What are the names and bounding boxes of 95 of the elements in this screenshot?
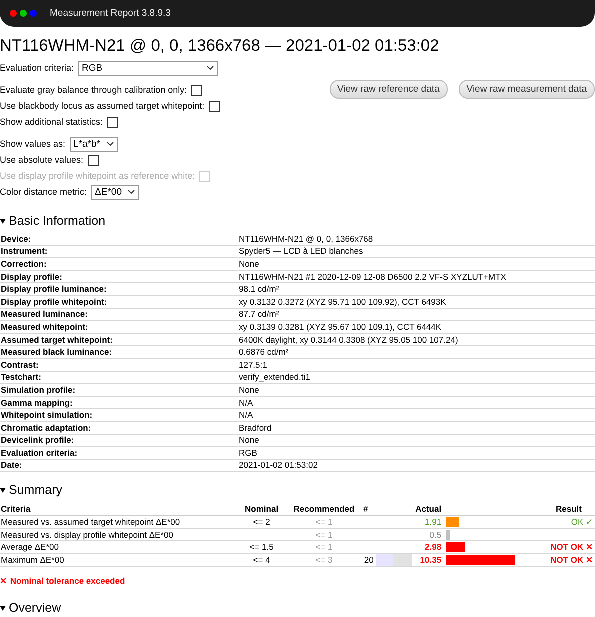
- disclosure-triangle-icon: [0, 218, 6, 224]
- field-label: Testchart:: [0, 371, 238, 384]
- criteria-cell: Average ΔE*00: [0, 540, 232, 554]
- result-value: NOT OK ✕: [526, 554, 595, 567]
- dropdown[interactable]: RGB: [78, 60, 218, 76]
- field-label: Display profile:: [0, 270, 238, 283]
- field-label: Chromatic adaptation:: [0, 421, 238, 434]
- criteria-cell: Measured vs. display profile whitepoint ΔE*00: [0, 528, 232, 541]
- actual-value: 0.5: [412, 528, 443, 541]
- maximize-dot-icon[interactable]: [20, 10, 27, 17]
- recommended-cell: <= 1: [292, 516, 357, 528]
- field-value: 2021-01-02 01:53:02: [238, 459, 595, 472]
- column-header: Result: [526, 502, 595, 516]
- field-label: Devicelink profile:: [0, 434, 238, 447]
- option-label: Use absolute values:: [0, 155, 84, 165]
- view-data-button[interactable]: View raw measurement data: [458, 80, 595, 99]
- field-label: Whitepoint simulation:: [0, 408, 238, 422]
- criteria-cell: Maximum ΔE*00: [0, 554, 232, 567]
- field-label: Evaluation criteria:: [0, 446, 238, 460]
- field-value: 87.7 cd/m²: [238, 308, 595, 321]
- field-value: None: [238, 434, 595, 447]
- field-label: Measured whitepoint:: [0, 320, 238, 334]
- actual-value: 10.35: [412, 554, 443, 567]
- option-label: Show additional statistics:: [0, 117, 104, 127]
- field-label: Date:: [0, 459, 238, 472]
- option-label: Evaluation criteria:: [0, 63, 74, 73]
- field-label: Display profile luminance:: [0, 282, 238, 296]
- nominal-cell: <= 2: [232, 516, 292, 528]
- checkbox[interactable]: [191, 84, 202, 96]
- view-data-button[interactable]: View raw reference data: [330, 80, 448, 99]
- field-value: None: [238, 384, 595, 396]
- field-value: Bradford: [238, 421, 595, 434]
- disclosure-triangle-icon: [0, 487, 6, 494]
- section-heading[interactable]: Overview: [0, 601, 595, 616]
- field-label: Gamma mapping:: [0, 396, 238, 409]
- field-value: N/A: [238, 408, 595, 422]
- option-label: Show values as:: [0, 139, 66, 149]
- section-heading[interactable]: Basic Information: [0, 214, 595, 228]
- checkbox[interactable]: [208, 100, 220, 112]
- chevron-down-icon: [106, 142, 114, 146]
- field-label: Display profile whitepoint:: [0, 295, 238, 308]
- recommended-cell: <= 3: [292, 554, 357, 567]
- field-value: 0.6876 cd/m²: [238, 346, 595, 358]
- nominal-cell: <= 1.5: [232, 540, 292, 554]
- dropdown[interactable]: ΔE*00: [91, 184, 139, 200]
- checkbox[interactable]: [88, 154, 99, 166]
- window-title: Measurement Report 3.8.9.3: [50, 8, 171, 19]
- close-dot-icon[interactable]: [10, 10, 17, 17]
- field-value: NT116WHM-N21 @ 0, 0, 1366x768: [238, 233, 595, 246]
- column-header: Actual: [412, 502, 443, 516]
- field-label: Measured black luminance:: [0, 346, 238, 358]
- column-header: Nominal: [232, 502, 292, 516]
- nominal-cell: <= 4: [232, 554, 292, 567]
- recommended-cell: <= 1: [292, 528, 357, 541]
- field-label: Measured luminance:: [0, 308, 238, 321]
- recommended-cell: <= 1: [292, 540, 357, 554]
- field-label: Instrument:: [0, 245, 238, 258]
- minimize-dot-icon[interactable]: [30, 10, 37, 17]
- dropdown[interactable]: L*a*b*: [70, 136, 118, 152]
- report-title: NT116WHM-N21 @ 0, 0, 1366x768 — 2021-01-02 01:53:02: [0, 37, 440, 56]
- actual-value: 1.91: [412, 516, 443, 528]
- option-label: Evaluate gray balance through calibration only:: [0, 85, 188, 95]
- chevron-down-icon: [207, 66, 214, 70]
- field-label: Contrast:: [0, 358, 238, 372]
- field-value: 98.1 cd/m²: [238, 282, 595, 296]
- field-value: None: [238, 258, 595, 270]
- field-value: xy 0.3139 0.3281 (XYZ 95.67 100 109.1), CCT 6444K: [238, 320, 595, 334]
- criteria-cell: Measured vs. assumed target whitepoint ΔE*00: [0, 516, 232, 528]
- result-value: NOT OK ✕: [526, 540, 595, 554]
- field-value: verify_extended.ti1: [238, 371, 595, 384]
- field-value: Spyder5 — LCD à LED blanches: [238, 245, 595, 258]
- option-label: Use blackbody locus as assumed target whitepoint:: [0, 101, 205, 111]
- field-value: RGB: [238, 446, 595, 460]
- field-label: Correction:: [0, 258, 238, 270]
- field-label: Device:: [0, 233, 238, 246]
- tolerance-note: ✕ Nominal tolerance exceeded: [0, 576, 126, 586]
- field-value: xy 0.3132 0.3272 (XYZ 95.71 100 109.92), CCT 6493K: [238, 295, 595, 308]
- option-label: Color distance metric:: [0, 187, 88, 197]
- column-header: #: [356, 502, 375, 516]
- field-value: 127.5:1: [238, 358, 595, 372]
- field-value: N/A: [238, 396, 595, 409]
- column-header: Recommended: [292, 502, 357, 516]
- field-label: Simulation profile:: [0, 384, 238, 396]
- column-header: Criteria: [0, 502, 232, 516]
- disclosure-triangle-icon: [0, 605, 6, 612]
- chevron-down-icon: [128, 190, 135, 194]
- option-label: Use display profile whitepoint as reference white:: [0, 171, 196, 181]
- section-heading[interactable]: Summary: [0, 483, 595, 498]
- checkbox[interactable]: [107, 116, 118, 128]
- field-value: 6400K daylight, xy 0.3144 0.3308 (XYZ 95.05 100 107.24): [238, 333, 595, 346]
- count-cell: 20: [356, 554, 375, 567]
- field-value: NT116WHM-N21 #1 2020-12-09 12-08 D6500 2.2 VF-S XYZLUT+MTX: [238, 270, 595, 283]
- result-value: OK ✓: [526, 516, 595, 528]
- actual-value: 2.98: [412, 540, 443, 554]
- field-label: Assumed target whitepoint:: [0, 333, 238, 346]
